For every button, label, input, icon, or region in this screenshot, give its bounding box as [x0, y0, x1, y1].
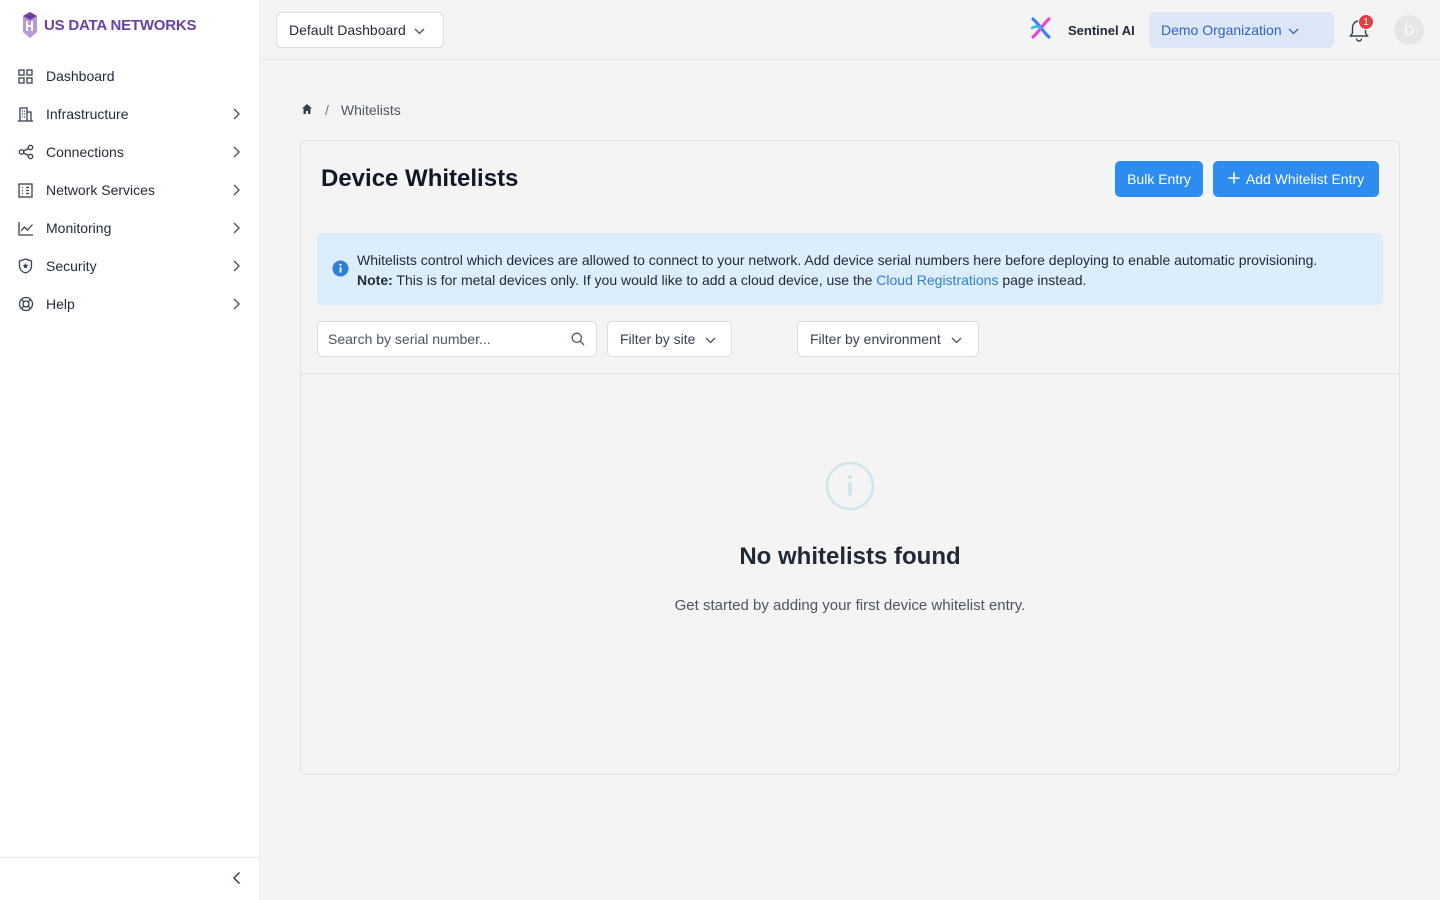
bulk-entry-button[interactable]: Bulk Entry — [1115, 161, 1203, 197]
sidebar-item-label: Connections — [46, 144, 124, 160]
filter-by-site-select[interactable]: Filter by site — [607, 321, 732, 357]
whitelists-card: Device Whitelists Bulk Entry Add Whiteli… — [300, 140, 1400, 775]
brand-logo-icon — [23, 12, 37, 38]
sidebar-item-network-services[interactable]: Network Services — [0, 171, 260, 209]
sidebar-nav: Dashboard Infrastructure Connections Net… — [0, 57, 260, 323]
chevron-left-icon — [232, 871, 241, 890]
sidebar-item-dashboard[interactable]: Dashboard — [0, 57, 260, 95]
notifications-button[interactable]: 1 — [1348, 14, 1374, 42]
sidebar-item-label: Help — [46, 296, 75, 312]
shield-icon — [17, 258, 34, 275]
chevron-right-icon — [230, 108, 242, 120]
cloud-registrations-link[interactable]: Cloud Registrations — [876, 272, 998, 288]
organization-select-value: Demo Organization — [1161, 22, 1282, 38]
chevron-down-icon — [1288, 22, 1299, 38]
organization-select[interactable]: Demo Organization — [1149, 12, 1334, 48]
chevron-right-icon — [230, 184, 242, 196]
chevron-down-icon — [951, 331, 962, 347]
info-circle-icon — [332, 260, 349, 277]
notification-badge: 1 — [1358, 14, 1374, 30]
bulk-entry-label: Bulk Entry — [1127, 171, 1191, 187]
empty-state: No whitelists found Get started by addin… — [301, 461, 1399, 614]
empty-state-subtitle: Get started by adding your first device … — [674, 597, 1026, 614]
add-whitelist-entry-label: Add Whitelist Entry — [1245, 171, 1365, 187]
filter-by-site-value: Filter by site — [620, 331, 696, 347]
plus-icon — [1228, 171, 1240, 187]
dashboard-select-value: Default Dashboard — [289, 22, 406, 38]
chevron-right-icon — [230, 222, 242, 234]
grid-icon — [17, 68, 34, 85]
info-alert: Whitelists control which devices are all… — [317, 233, 1383, 305]
search-field — [317, 321, 597, 357]
breadcrumb-separator: / — [325, 102, 329, 118]
chevron-right-icon — [230, 146, 242, 158]
home-icon[interactable] — [301, 102, 313, 118]
dashboard-select[interactable]: Default Dashboard — [276, 12, 444, 48]
search-icon[interactable] — [571, 332, 586, 347]
top-header: Default Dashboard Sentinel AI Demo Organ… — [260, 0, 1440, 60]
sidebar-item-security[interactable]: Security — [0, 247, 260, 285]
bell-icon — [1348, 20, 1370, 46]
avatar[interactable]: D — [1394, 15, 1424, 45]
sidebar-item-label: Network Services — [46, 182, 155, 198]
breadcrumb-current: Whitelists — [340, 102, 401, 118]
add-whitelist-entry-button[interactable]: Add Whitelist Entry — [1213, 161, 1379, 197]
search-input[interactable] — [318, 322, 563, 356]
note-label: Note: — [357, 272, 393, 288]
empty-state-title: No whitelists found — [739, 543, 961, 570]
info-alert-text: Whitelists control which devices are all… — [357, 250, 1317, 290]
collapse-sidebar-button[interactable] — [226, 870, 246, 890]
filter-by-environment-select[interactable]: Filter by environment — [797, 321, 979, 357]
sidebar-item-infrastructure[interactable]: Infrastructure — [0, 95, 260, 133]
sidebar-footer — [0, 857, 260, 900]
breadcrumb: / Whitelists — [301, 100, 401, 120]
chevron-down-icon — [705, 331, 716, 347]
sidebar-item-label: Monitoring — [46, 220, 112, 236]
lifebuoy-icon — [17, 296, 34, 313]
sidebar-item-connections[interactable]: Connections — [0, 133, 260, 171]
info-note-text: This is for metal devices only. If you w… — [392, 272, 877, 288]
chevron-right-icon — [230, 298, 242, 310]
server-icon — [17, 182, 34, 199]
info-alert-line2: Note: This is for metal devices only. If… — [357, 270, 1317, 290]
sidebar-item-help[interactable]: Help — [0, 285, 260, 323]
sidebar: US DATA NETWORKS Dashboard Infrastructur… — [0, 0, 260, 900]
toolbar-divider — [301, 373, 1399, 374]
sentinel-ai-button[interactable]: Sentinel AI — [1028, 15, 1135, 46]
sidebar-item-monitoring[interactable]: Monitoring — [0, 209, 260, 247]
sentinel-logo-icon — [1028, 15, 1054, 46]
line-chart-icon — [17, 220, 34, 237]
info-note-suffix: page instead. — [998, 272, 1087, 288]
info-alert-line1: Whitelists control which devices are all… — [357, 252, 1318, 268]
sidebar-item-label: Security — [46, 258, 97, 274]
empty-info-icon — [825, 461, 875, 511]
page-title: Device Whitelists — [321, 165, 519, 192]
filter-by-environment-value: Filter by environment — [810, 331, 941, 347]
sidebar-item-label: Dashboard — [46, 68, 115, 84]
sentinel-ai-label: Sentinel AI — [1068, 22, 1135, 38]
building-icon — [17, 106, 34, 123]
share-nodes-icon — [17, 144, 34, 161]
brand-name: US DATA NETWORKS — [44, 16, 197, 34]
brand-logo[interactable]: US DATA NETWORKS — [20, 10, 197, 40]
sidebar-item-label: Infrastructure — [46, 106, 129, 122]
chevron-down-icon — [414, 22, 425, 38]
chevron-right-icon — [230, 260, 242, 272]
